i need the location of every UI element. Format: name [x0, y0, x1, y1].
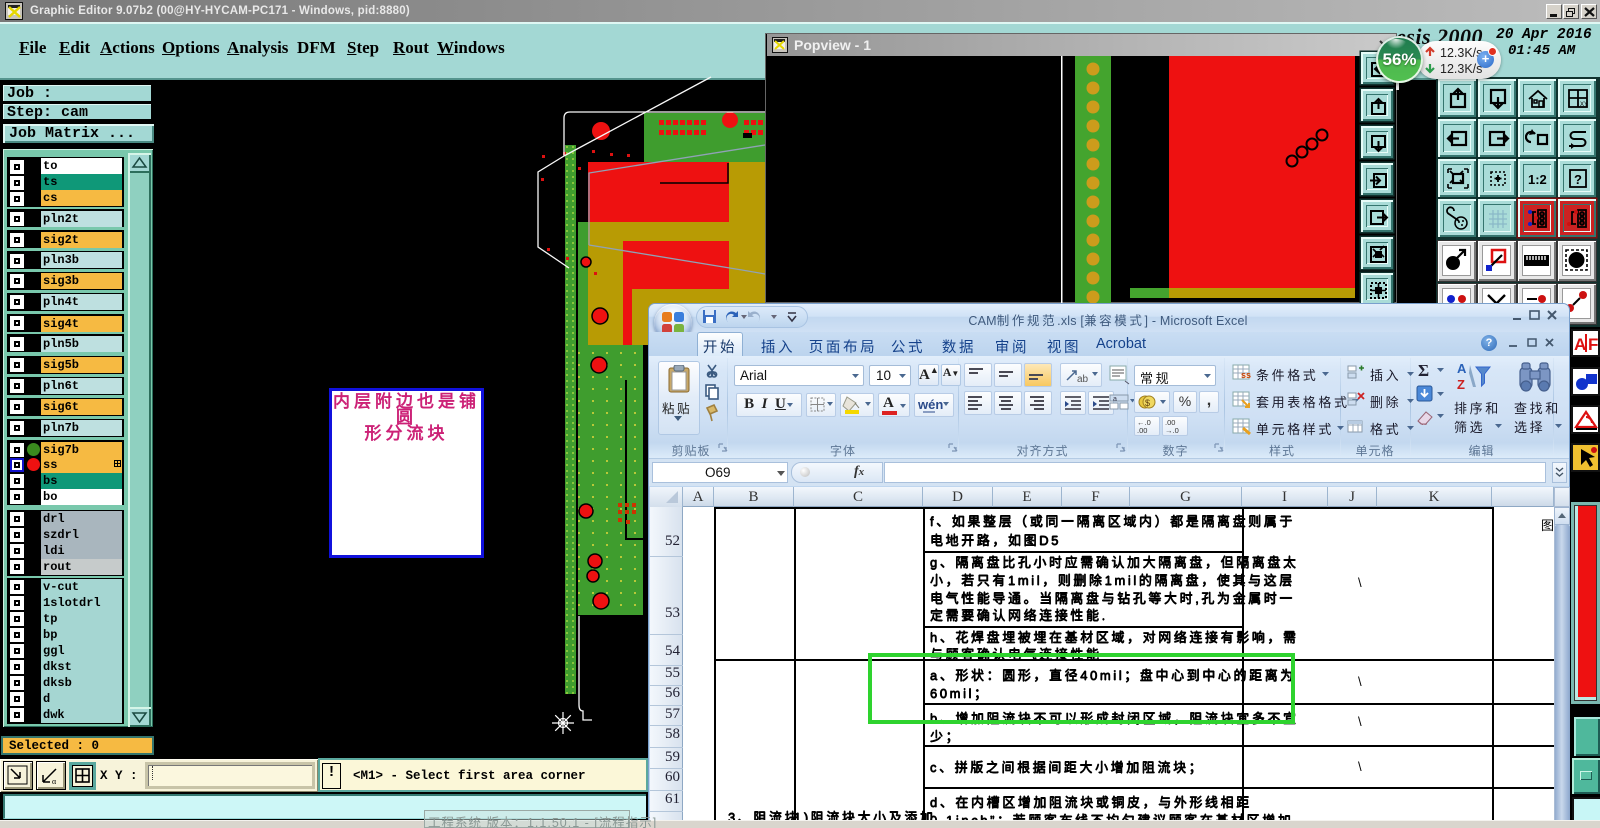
svg-text:A: A [1574, 335, 1586, 354]
svg-text:XY: XY [1580, 102, 1588, 108]
svg-text:1:2: 1:2 [1528, 172, 1547, 187]
svg-text:12.3K/s: 12.3K/s [1440, 62, 1482, 76]
svg-text:α: α [52, 777, 57, 786]
svg-text:F: F [1588, 335, 1598, 354]
svg-text:?: ? [1574, 172, 1582, 187]
